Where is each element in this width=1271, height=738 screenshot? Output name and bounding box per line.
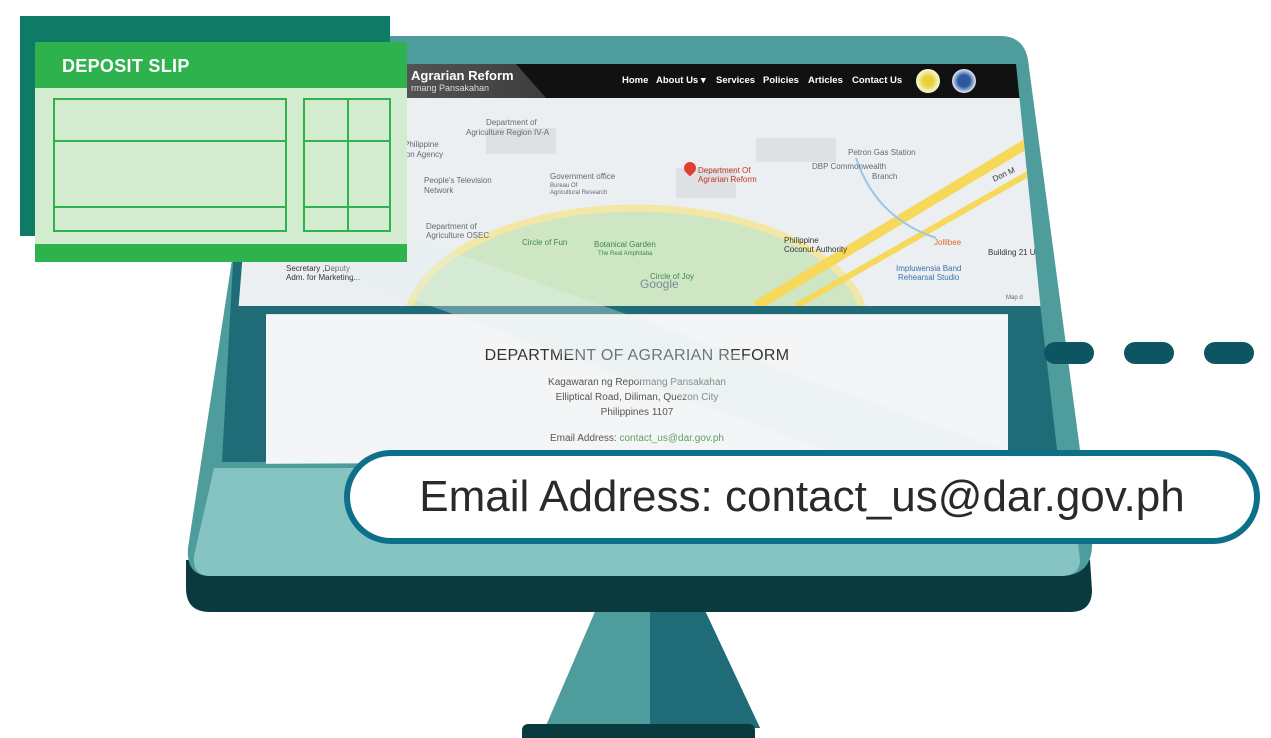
slip-field-1 bbox=[53, 98, 287, 142]
email-callout-text: Email Address: contact_us@dar.gov.ph bbox=[419, 472, 1185, 521]
slip-grid-vline bbox=[347, 98, 349, 232]
email-callout: Email Address: contact_us@dar.gov.ph bbox=[344, 450, 1260, 544]
slip-grid-hline-1 bbox=[303, 140, 391, 142]
deposit-slip-header: DEPOSIT SLIP bbox=[35, 42, 407, 88]
deposit-slip: DEPOSIT SLIP bbox=[35, 42, 407, 262]
email-callout-inner: Email Address: contact_us@dar.gov.ph bbox=[350, 456, 1254, 538]
dash-1 bbox=[1044, 342, 1094, 364]
deposit-slip-footer bbox=[35, 244, 407, 262]
dash-2 bbox=[1124, 342, 1174, 364]
deposit-slip-title: DEPOSIT SLIP bbox=[62, 56, 190, 76]
slip-grid-hline-2 bbox=[303, 206, 391, 208]
dash-3 bbox=[1204, 342, 1254, 364]
slip-field-3 bbox=[53, 206, 287, 232]
slip-field-2 bbox=[53, 140, 287, 208]
